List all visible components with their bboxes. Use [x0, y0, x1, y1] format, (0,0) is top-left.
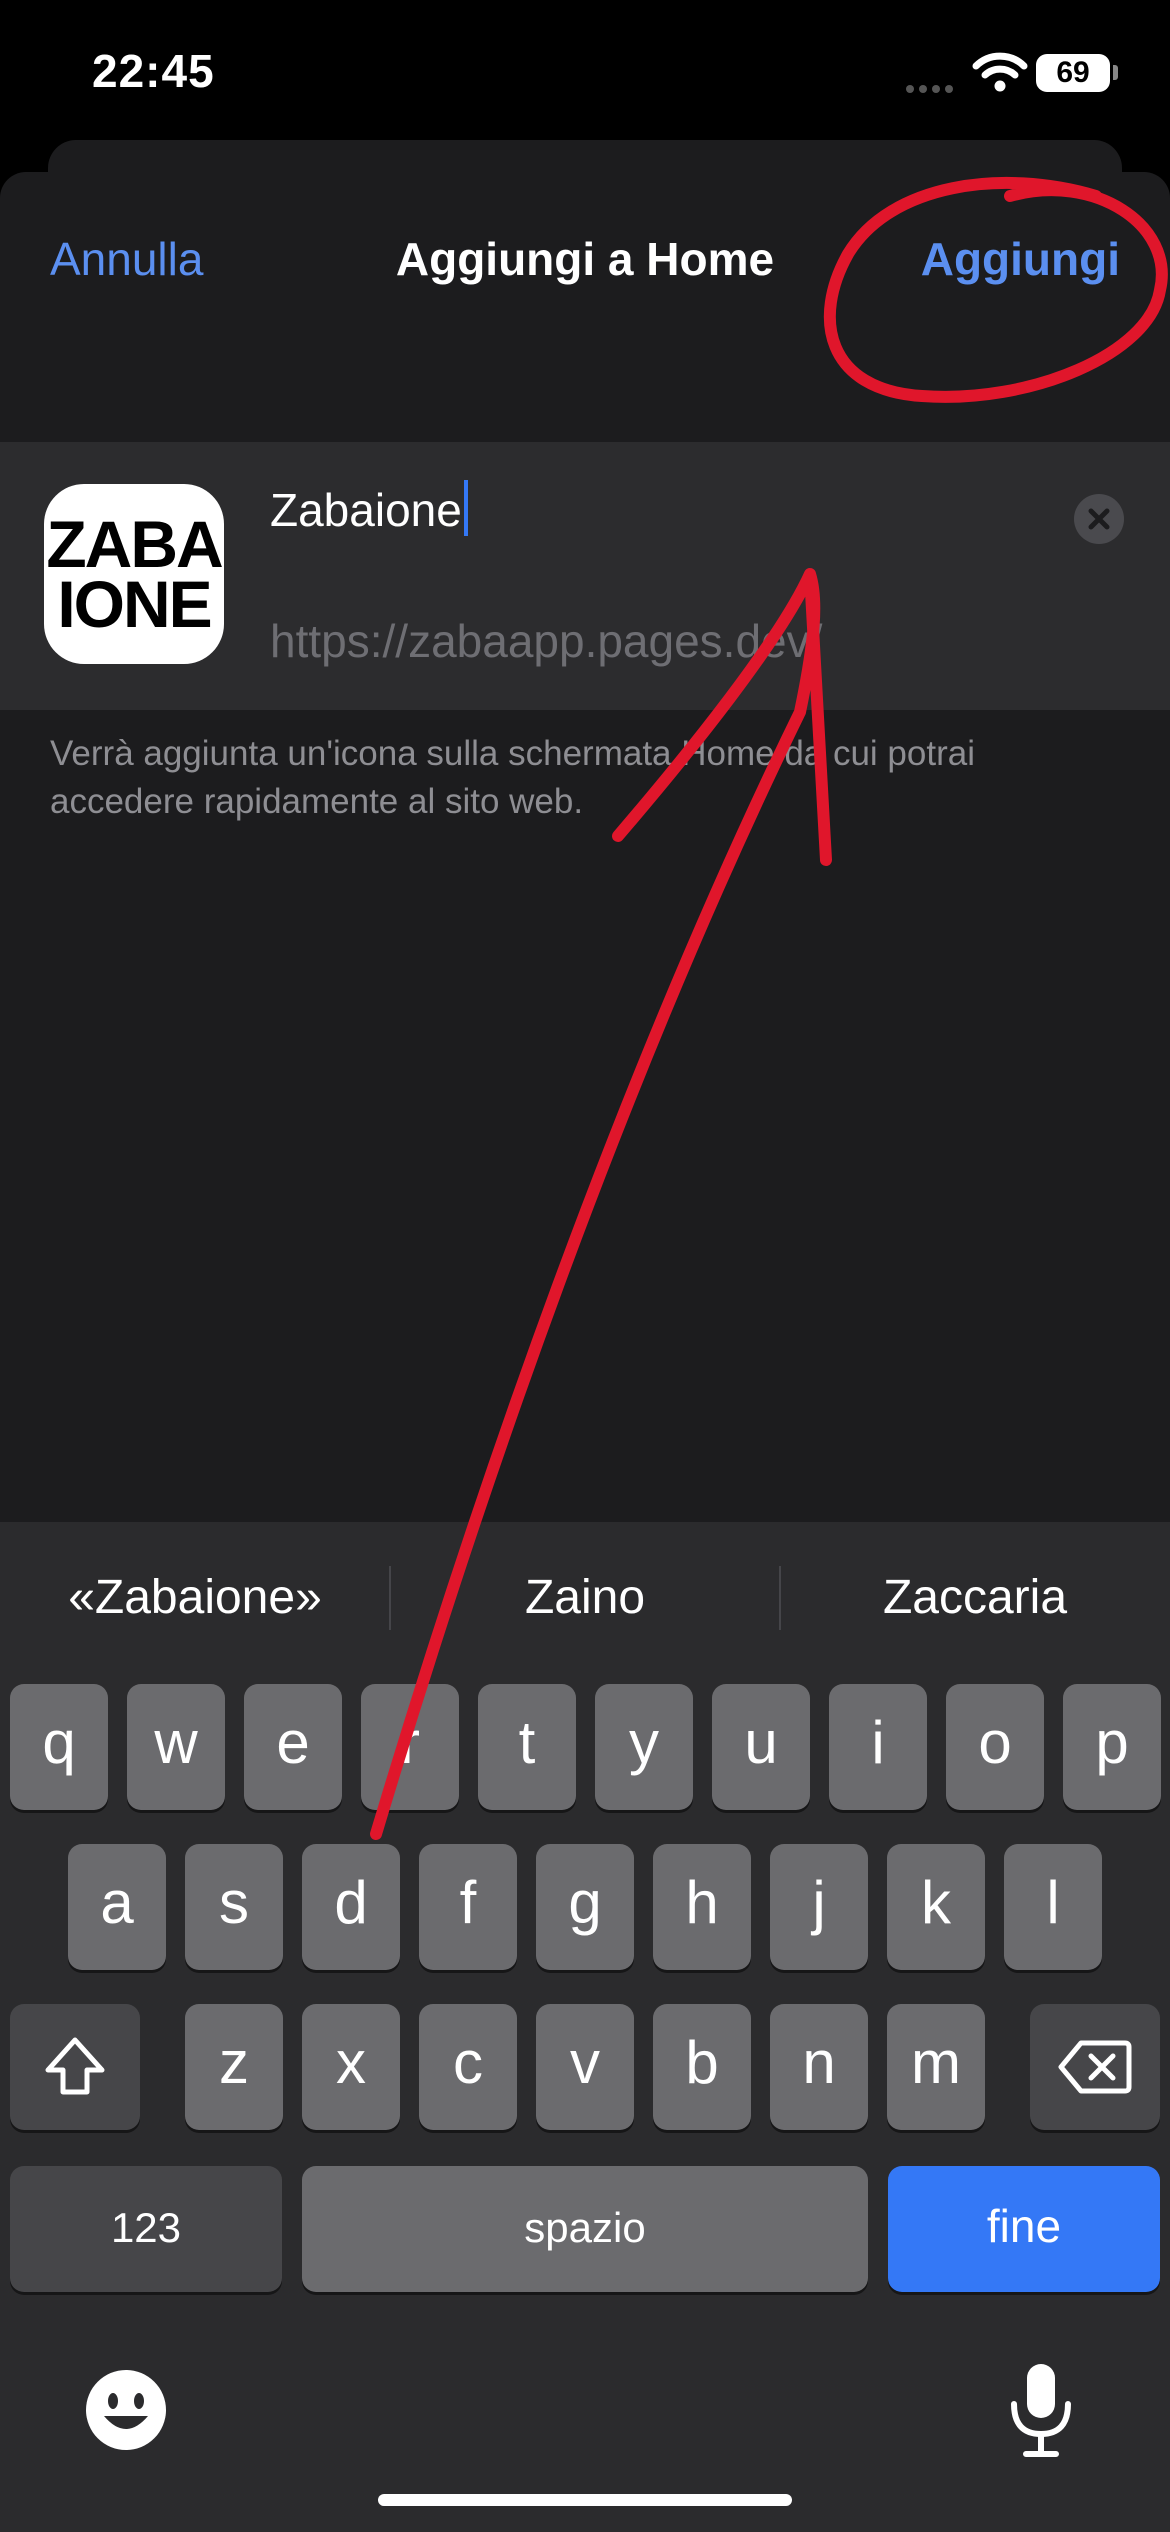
- status-time: 22:45: [92, 45, 215, 97]
- key-w[interactable]: w: [127, 1684, 225, 1810]
- key-q[interactable]: q: [10, 1684, 108, 1810]
- home-indicator: [378, 2494, 792, 2506]
- app-icon-line1: ZABA: [46, 507, 223, 581]
- key-y[interactable]: y: [595, 1684, 693, 1810]
- clear-icon: [1088, 508, 1110, 530]
- key-s[interactable]: s: [185, 1844, 283, 1970]
- key-p[interactable]: p: [1063, 1684, 1161, 1810]
- name-input[interactable]: Zabaione: [270, 480, 468, 537]
- shift-key[interactable]: [10, 2004, 140, 2130]
- key-j[interactable]: j: [770, 1844, 868, 1970]
- url-label: https://zabaapp.pages.dev/: [270, 615, 823, 667]
- name-input-value: Zabaione: [270, 484, 462, 536]
- battery-icon: 69: [1036, 54, 1110, 92]
- app-card: ZABA IONE Zabaione https://zabaapp.pages…: [0, 442, 1170, 710]
- key-a[interactable]: a: [68, 1844, 166, 1970]
- key-r[interactable]: r: [361, 1684, 459, 1810]
- app-icon: ZABA IONE: [44, 484, 224, 664]
- key-t[interactable]: t: [478, 1684, 576, 1810]
- suggestion-3[interactable]: Zaccaria: [780, 1570, 1170, 1625]
- microphone-icon[interactable]: [1006, 2360, 1076, 2460]
- key-v[interactable]: v: [536, 2004, 634, 2130]
- numbers-key[interactable]: 123: [10, 2166, 282, 2292]
- done-key[interactable]: fine: [888, 2166, 1160, 2292]
- key-i[interactable]: i: [829, 1684, 927, 1810]
- key-z[interactable]: z: [185, 2004, 283, 2130]
- wifi-icon: [972, 52, 1028, 92]
- key-c[interactable]: c: [419, 2004, 517, 2130]
- space-key[interactable]: spazio: [302, 2166, 868, 2292]
- key-f[interactable]: f: [419, 1844, 517, 1970]
- key-l[interactable]: l: [1004, 1844, 1102, 1970]
- key-o[interactable]: o: [946, 1684, 1044, 1810]
- suggestion-2[interactable]: Zaino: [390, 1570, 780, 1625]
- key-b[interactable]: b: [653, 2004, 751, 2130]
- suggestion-1[interactable]: «Zabaione»: [0, 1570, 390, 1625]
- status-bar: 22:45 69: [0, 0, 1170, 140]
- shift-icon: [45, 2037, 105, 2095]
- emoji-icon[interactable]: [84, 2368, 168, 2452]
- nav-bar: Annulla Aggiungi a Home Aggiungi: [0, 172, 1170, 342]
- key-m[interactable]: m: [887, 2004, 985, 2130]
- keyboard: «Zabaione» Zaino Zaccaria q w e r t y u …: [0, 1522, 1170, 2532]
- key-e[interactable]: e: [244, 1684, 342, 1810]
- cellular-signal-icon: [906, 80, 960, 93]
- key-k[interactable]: k: [887, 1844, 985, 1970]
- clear-text-button[interactable]: [1074, 494, 1124, 544]
- battery-nub: [1113, 65, 1118, 80]
- key-h[interactable]: h: [653, 1844, 751, 1970]
- backspace-key[interactable]: [1030, 2004, 1160, 2130]
- app-icon-line2: IONE: [57, 567, 212, 641]
- backspace-icon: [1058, 2040, 1132, 2094]
- key-g[interactable]: g: [536, 1844, 634, 1970]
- key-u[interactable]: u: [712, 1684, 810, 1810]
- key-d[interactable]: d: [302, 1844, 400, 1970]
- text-caret: [463, 480, 468, 536]
- key-n[interactable]: n: [770, 2004, 868, 2130]
- hint-text: Verrà aggiunta un'icona sulla schermata …: [50, 734, 975, 821]
- add-button[interactable]: Aggiungi: [921, 232, 1120, 286]
- key-x[interactable]: x: [302, 2004, 400, 2130]
